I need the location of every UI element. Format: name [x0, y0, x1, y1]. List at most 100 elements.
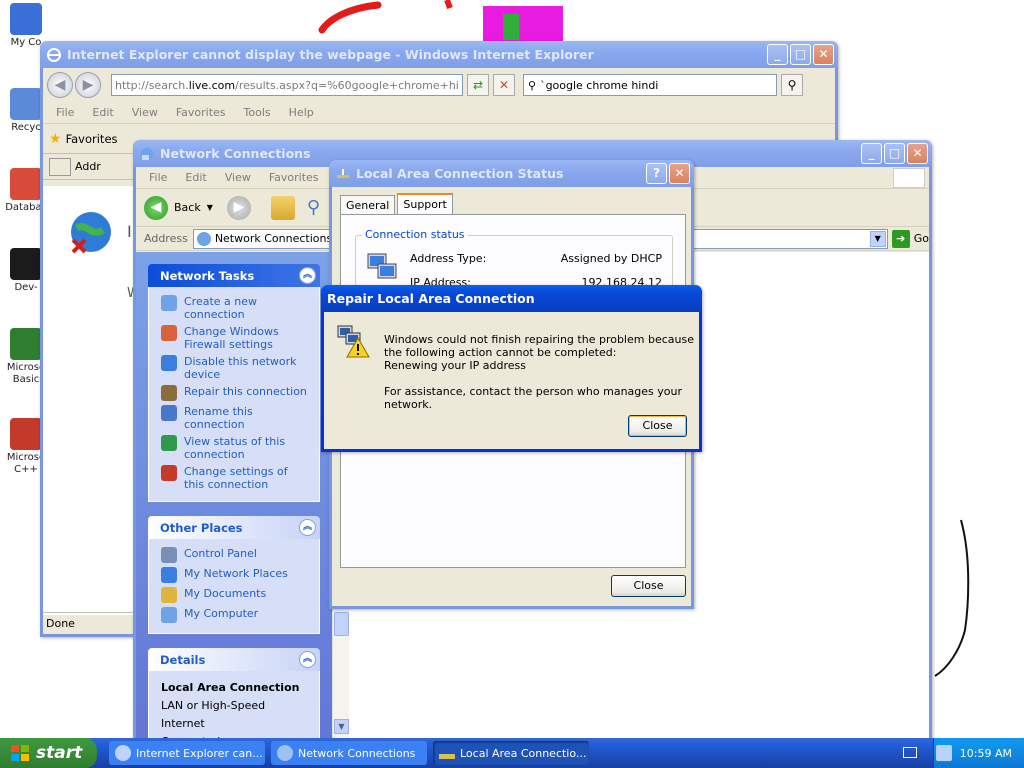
forward-icon[interactable]: ▶ — [226, 195, 251, 220]
ie-titlebar[interactable]: Internet Explorer cannot display the web… — [40, 41, 838, 68]
windows-logo-icon — [11, 745, 29, 761]
stop-icon[interactable]: ✕ — [493, 74, 515, 96]
task-link[interactable]: Create a new connection — [161, 295, 311, 321]
task-link[interactable]: Repair this connection — [161, 385, 311, 401]
tab-support[interactable]: Support — [397, 193, 453, 215]
network-warning-icon — [337, 325, 370, 358]
help-button[interactable]: ? — [646, 163, 667, 184]
folder-up-icon[interactable] — [270, 195, 295, 220]
keyboard-icon[interactable] — [903, 747, 917, 758]
favorites-star-icon: ★ — [49, 130, 62, 147]
scroll-down-icon[interactable]: ▼ — [334, 719, 349, 734]
task-icon — [161, 385, 177, 401]
task-link-label: Change settings of this connection — [184, 465, 288, 491]
task-link[interactable]: Change settings of this connection — [161, 465, 311, 491]
connection-status-title: Connection status — [362, 228, 468, 241]
task-link[interactable]: Rename this connection — [161, 405, 311, 431]
task-icon — [161, 587, 177, 603]
menu-item[interactable]: Edit — [83, 106, 122, 119]
menu-item[interactable]: Help — [280, 106, 323, 119]
search-icon[interactable]: ⚲ — [307, 197, 320, 218]
menu-item[interactable]: Favorites — [260, 171, 328, 184]
network-tasks-title: Network Tasks — [160, 268, 255, 283]
menu-item[interactable]: File — [140, 171, 176, 184]
minimize-button[interactable]: _ — [767, 44, 788, 65]
menu-item[interactable]: Edit — [176, 171, 215, 184]
task-link[interactable]: My Documents — [161, 587, 311, 603]
system-tray: 10:59 AM — [933, 738, 1024, 768]
task-ie-label: Internet Explorer can... — [136, 746, 263, 760]
lan-titlebar[interactable]: Local Area Connection Status ? ✕ — [329, 160, 694, 187]
close-button[interactable]: ✕ — [907, 143, 928, 164]
menu-item[interactable]: Tools — [235, 106, 280, 119]
task-pane: Network Tasks ︽ Create a new connection C… — [136, 252, 332, 760]
search-go-icon[interactable]: ⚲ — [781, 74, 803, 96]
menu-item[interactable]: View — [216, 171, 260, 184]
forward-icon[interactable]: ▶ — [75, 72, 101, 98]
lan-close-button[interactable]: Close — [611, 575, 686, 597]
quick-tabs-icon[interactable] — [49, 157, 71, 176]
repair-titlebar[interactable]: Repair Local Area Connection — [321, 285, 702, 312]
close-button[interactable]: ✕ — [669, 163, 690, 184]
menu-item[interactable]: View — [123, 106, 167, 119]
ie-search-text: `google chrome hindi — [540, 78, 659, 92]
other-places-panel: Other Places ︽ Control Panel My Network P… — [148, 516, 320, 634]
task-icon — [161, 355, 177, 371]
refresh-icon[interactable]: ⇄ — [467, 74, 489, 96]
ie-search-field[interactable]: ⚲ `google chrome hindi — [523, 74, 777, 96]
details-header[interactable]: Details ︽ — [148, 648, 320, 671]
task-link[interactable]: Disable this network device — [161, 355, 311, 381]
collapse-icon[interactable]: ︽ — [299, 519, 316, 536]
ie-address-prefix: http://search. — [115, 78, 189, 92]
network-tray-icon[interactable] — [935, 745, 952, 761]
task-link[interactable]: My Computer — [161, 607, 311, 623]
ie-tab[interactable]: Addr — [75, 160, 101, 173]
taskbar: start Internet Explorer can... Network C… — [0, 738, 1024, 768]
task-link[interactable]: My Network Places — [161, 567, 311, 583]
task-lan-label: Local Area Connectio... — [460, 746, 587, 760]
chevron-down-icon[interactable]: ▼ — [207, 203, 213, 212]
ie-address-field[interactable]: http://search. live.com/results.aspx?q=%6… — [111, 74, 463, 96]
chevron-down-icon[interactable]: ▼ — [869, 230, 886, 247]
close-button[interactable]: ✕ — [813, 44, 834, 65]
ie-icon — [115, 745, 131, 761]
lan-title: Local Area Connection Status — [356, 166, 564, 181]
task-link-label: Repair this connection — [184, 385, 307, 398]
task-link[interactable]: View status of this connection — [161, 435, 311, 461]
network-icon — [196, 231, 211, 246]
task-link-label: Control Panel — [184, 547, 257, 560]
task-network-connections[interactable]: Network Connections — [271, 741, 427, 765]
maximize-button[interactable]: □ — [884, 143, 905, 164]
maximize-button[interactable]: □ — [790, 44, 811, 65]
task-icon — [161, 547, 177, 563]
other-places-header[interactable]: Other Places ︽ — [148, 516, 320, 539]
task-link-label: Disable this network device — [184, 355, 297, 381]
collapse-icon[interactable]: ︽ — [299, 651, 316, 668]
repair-dialog[interactable]: Repair Local Area Connection Windows cou… — [321, 285, 702, 452]
task-lan-status[interactable]: Local Area Connectio... — [433, 741, 589, 765]
windows-flag-icon — [893, 167, 925, 188]
network-tasks-header[interactable]: Network Tasks ︽ — [148, 264, 320, 287]
network-adapter-icon — [439, 753, 455, 759]
repair-close-button[interactable]: Close — [628, 415, 687, 437]
lan-tabs: General Support — [340, 193, 455, 215]
repair-message-line2: Renewing your IP address — [384, 359, 526, 372]
task-icon — [161, 607, 177, 623]
favorites-button[interactable]: Favorites — [66, 132, 118, 146]
repair-message: Windows could not finish repairing the p… — [384, 333, 696, 424]
clock[interactable]: 10:59 AM — [960, 747, 1012, 760]
task-link[interactable]: Change Windows Firewall settings — [161, 325, 311, 351]
details-line1: LAN or High-Speed Internet — [161, 699, 266, 730]
minimize-button[interactable]: _ — [861, 143, 882, 164]
back-icon[interactable]: ◀ — [47, 72, 73, 98]
task-ie[interactable]: Internet Explorer can... — [109, 741, 265, 765]
collapse-icon[interactable]: ︽ — [299, 267, 316, 284]
tab-general[interactable]: General — [340, 195, 396, 215]
go-button[interactable]: ➔ Go — [891, 229, 929, 248]
scroll-thumb[interactable] — [334, 612, 349, 636]
menu-item[interactable]: File — [47, 106, 83, 119]
start-button[interactable]: start — [0, 738, 97, 768]
task-link[interactable]: Control Panel — [161, 547, 311, 563]
back-button[interactable]: ◀ Back ▼ — [144, 195, 213, 220]
menu-item[interactable]: Favorites — [167, 106, 235, 119]
